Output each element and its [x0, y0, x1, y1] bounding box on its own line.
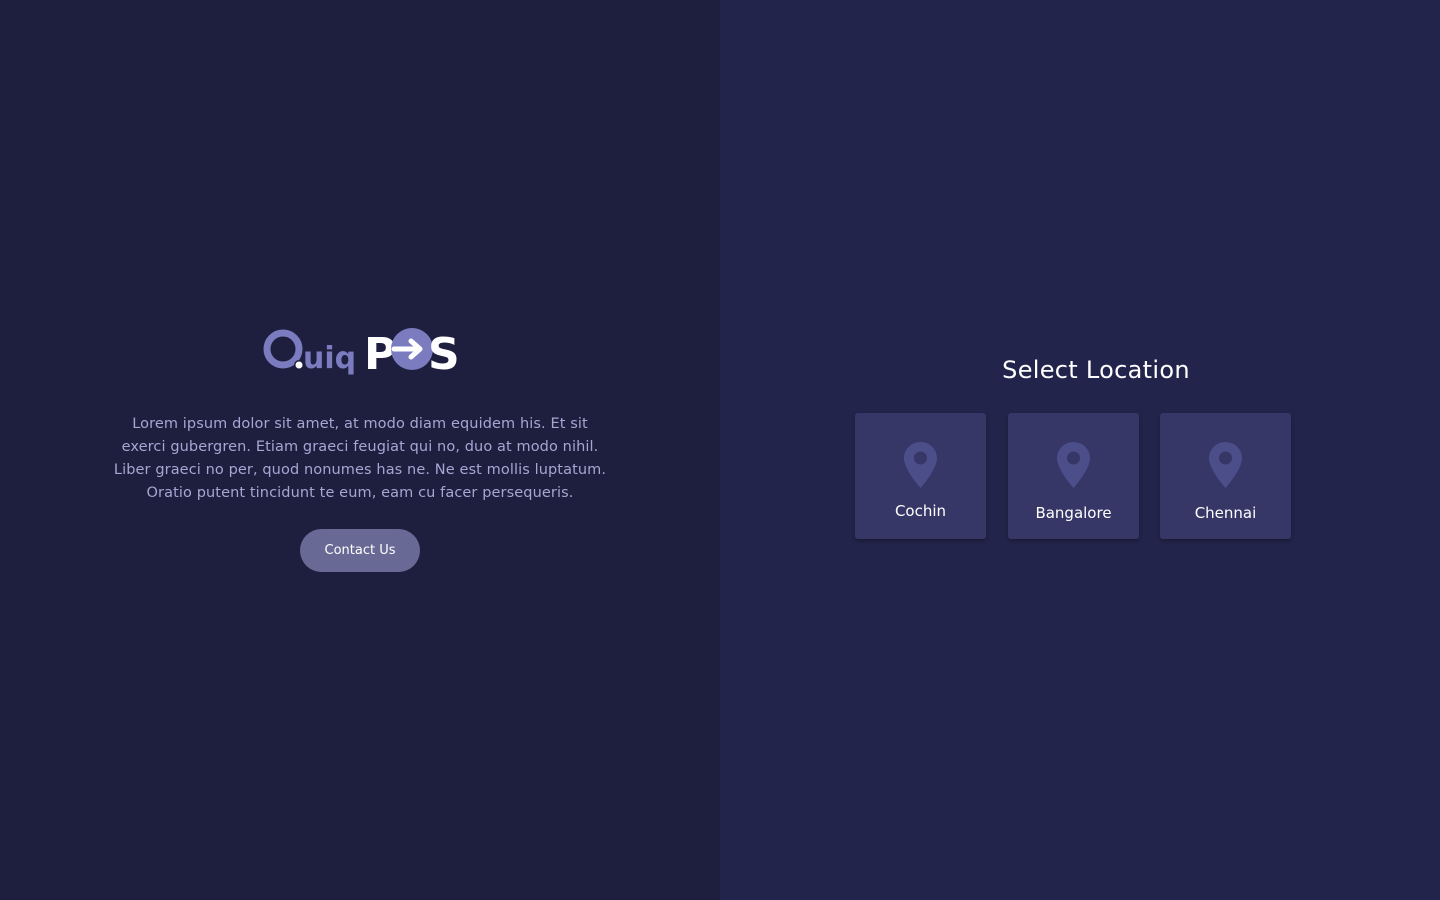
location-card-bangalore[interactable]: Bangalore — [1008, 413, 1139, 539]
page: uiq P S Lorem ipsum dolor sit amet, at m… — [0, 0, 1440, 900]
brand-logo: uiq P S — [262, 322, 458, 378]
location-card-cochin[interactable]: Cochin — [855, 413, 986, 539]
intro-line-3: Liber graeci no per, quod nonumes has ne… — [113, 462, 607, 478]
intro-line-2: exerci gubergren. Etiam graeci feugiat q… — [121, 439, 599, 455]
intro-panel: uiq P S Lorem ipsum dolor sit amet, at m… — [0, 0, 720, 900]
location-panel: Select Location Cochin Bangalore Chennai — [720, 0, 1440, 900]
logo-text-p: P — [364, 329, 396, 378]
logo-text-quiq: uiq — [303, 341, 356, 376]
intro-description: Lorem ipsum dolor sit amet, at modo diam… — [110, 413, 610, 505]
map-pin-icon — [1209, 442, 1242, 488]
select-location-title: Select Location — [1002, 356, 1190, 384]
location-label: Bangalore — [1035, 504, 1112, 522]
logo-text-s: S — [428, 329, 458, 378]
contact-us-button[interactable]: Contact Us — [300, 529, 420, 572]
location-label: Chennai — [1194, 504, 1257, 522]
location-label: Cochin — [894, 502, 947, 520]
map-pin-icon — [1057, 442, 1090, 488]
location-card-chennai[interactable]: Chennai — [1160, 413, 1291, 539]
map-pin-icon — [904, 442, 937, 488]
intro-line-1: Lorem ipsum dolor sit amet, at modo diam… — [132, 416, 588, 432]
intro-line-4: Oratio putent tincidunt te eum, eam cu f… — [146, 485, 574, 501]
